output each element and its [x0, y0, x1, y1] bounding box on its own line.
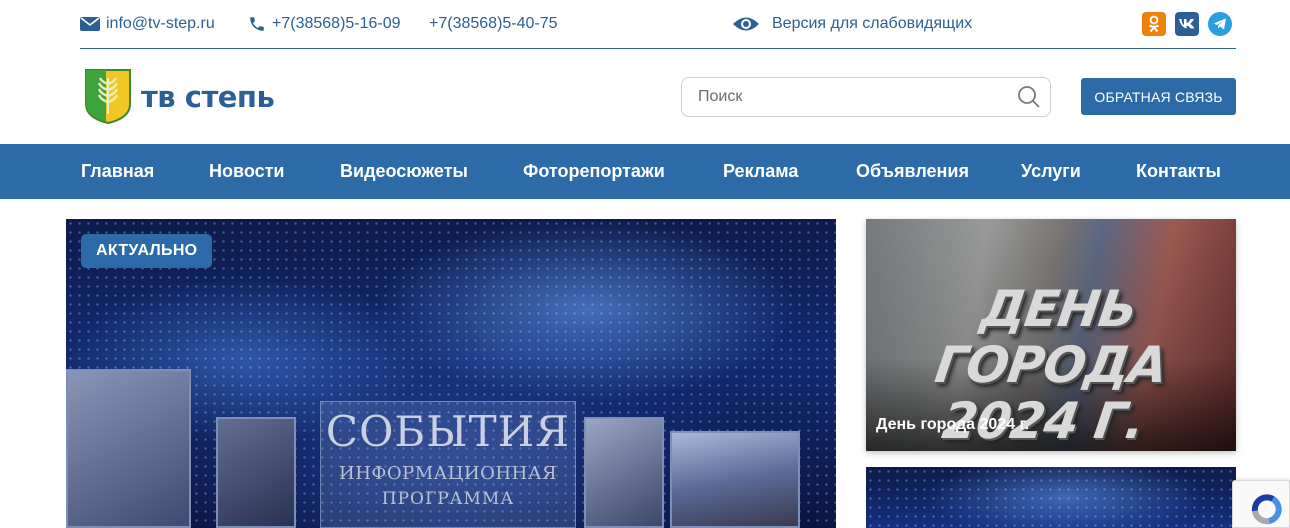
banner-title: СОБЫТИЯ [325, 407, 571, 456]
telegram-icon[interactable] [1208, 12, 1232, 36]
phone-text-1: +7(38568)5-16-09 [272, 15, 401, 32]
featured-banner[interactable]: СОБЫТИЯ ИНФОРМАЦИОННАЯ ПРОГРАММА АКТУАЛЬ… [66, 219, 836, 528]
card-background [866, 467, 1236, 528]
banner-photo-building [670, 431, 800, 528]
brand-name[interactable]: тв степь [141, 80, 275, 114]
email-text: info@tv-step.ru [106, 15, 215, 32]
odnoklassniki-icon[interactable] [1142, 12, 1166, 36]
search-box [681, 77, 1051, 117]
news-card-events[interactable] [866, 467, 1236, 528]
phone-link-2[interactable]: +7(38568)5-40-75 [429, 14, 558, 34]
nav-item-news[interactable]: Новости [209, 161, 284, 182]
nav-item-contacts[interactable]: Контакты [1136, 161, 1221, 182]
nav-item-videos[interactable]: Видеосюжеты [340, 161, 468, 182]
banner-photo-trees [584, 417, 664, 528]
nav-item-announcements[interactable]: Объявления [856, 161, 969, 182]
recaptcha-badge[interactable] [1232, 480, 1290, 528]
banner-photo-monument [66, 369, 191, 528]
main-nav: Главная Новости Видеосюжеты Фоторепортаж… [0, 144, 1290, 199]
nav-item-ads[interactable]: Реклама [723, 161, 798, 182]
nav-item-home[interactable]: Главная [81, 161, 154, 182]
accessibility-link[interactable]: Версия для слабовидящих [732, 14, 972, 34]
site-logo[interactable] [84, 68, 132, 125]
banner-subtitle-2: ПРОГРАММА [381, 489, 515, 509]
feedback-button[interactable]: ОБРАТНАЯ СВЯЗЬ [1081, 78, 1236, 115]
nav-item-services[interactable]: Услуги [1021, 161, 1081, 182]
email-link[interactable]: info@tv-step.ru [80, 14, 215, 34]
eye-icon [732, 15, 760, 33]
top-bar: info@tv-step.ru +7(38568)5-16-09 +7(3856… [80, 0, 1236, 49]
news-card-city-day[interactable]: ДЕНЬ ГОРОДА 2024 Г. День города 2024 г. [866, 219, 1236, 451]
actual-badge[interactable]: АКТУАЛЬНО [81, 234, 213, 268]
phone-icon [248, 15, 266, 33]
social-links [1142, 12, 1232, 36]
search-icon[interactable] [1017, 85, 1041, 109]
mail-icon [80, 16, 100, 32]
nav-item-photos[interactable]: Фоторепортажи [523, 161, 665, 182]
card-caption[interactable]: День города 2024 г. [876, 416, 1029, 434]
vk-icon[interactable] [1175, 12, 1199, 36]
phone-link-1[interactable]: +7(38568)5-16-09 [248, 14, 401, 34]
card-artwork-line-1: ДЕНЬ ГОРОДА [931, 280, 1171, 394]
phone-text-2: +7(38568)5-40-75 [429, 15, 558, 32]
accessibility-text: Версия для слабовидящих [772, 15, 973, 32]
banner-subtitle: ИНФОРМАЦИОННАЯ [339, 463, 557, 484]
banner-photo-bust [216, 417, 296, 528]
search-input[interactable] [682, 78, 1002, 116]
